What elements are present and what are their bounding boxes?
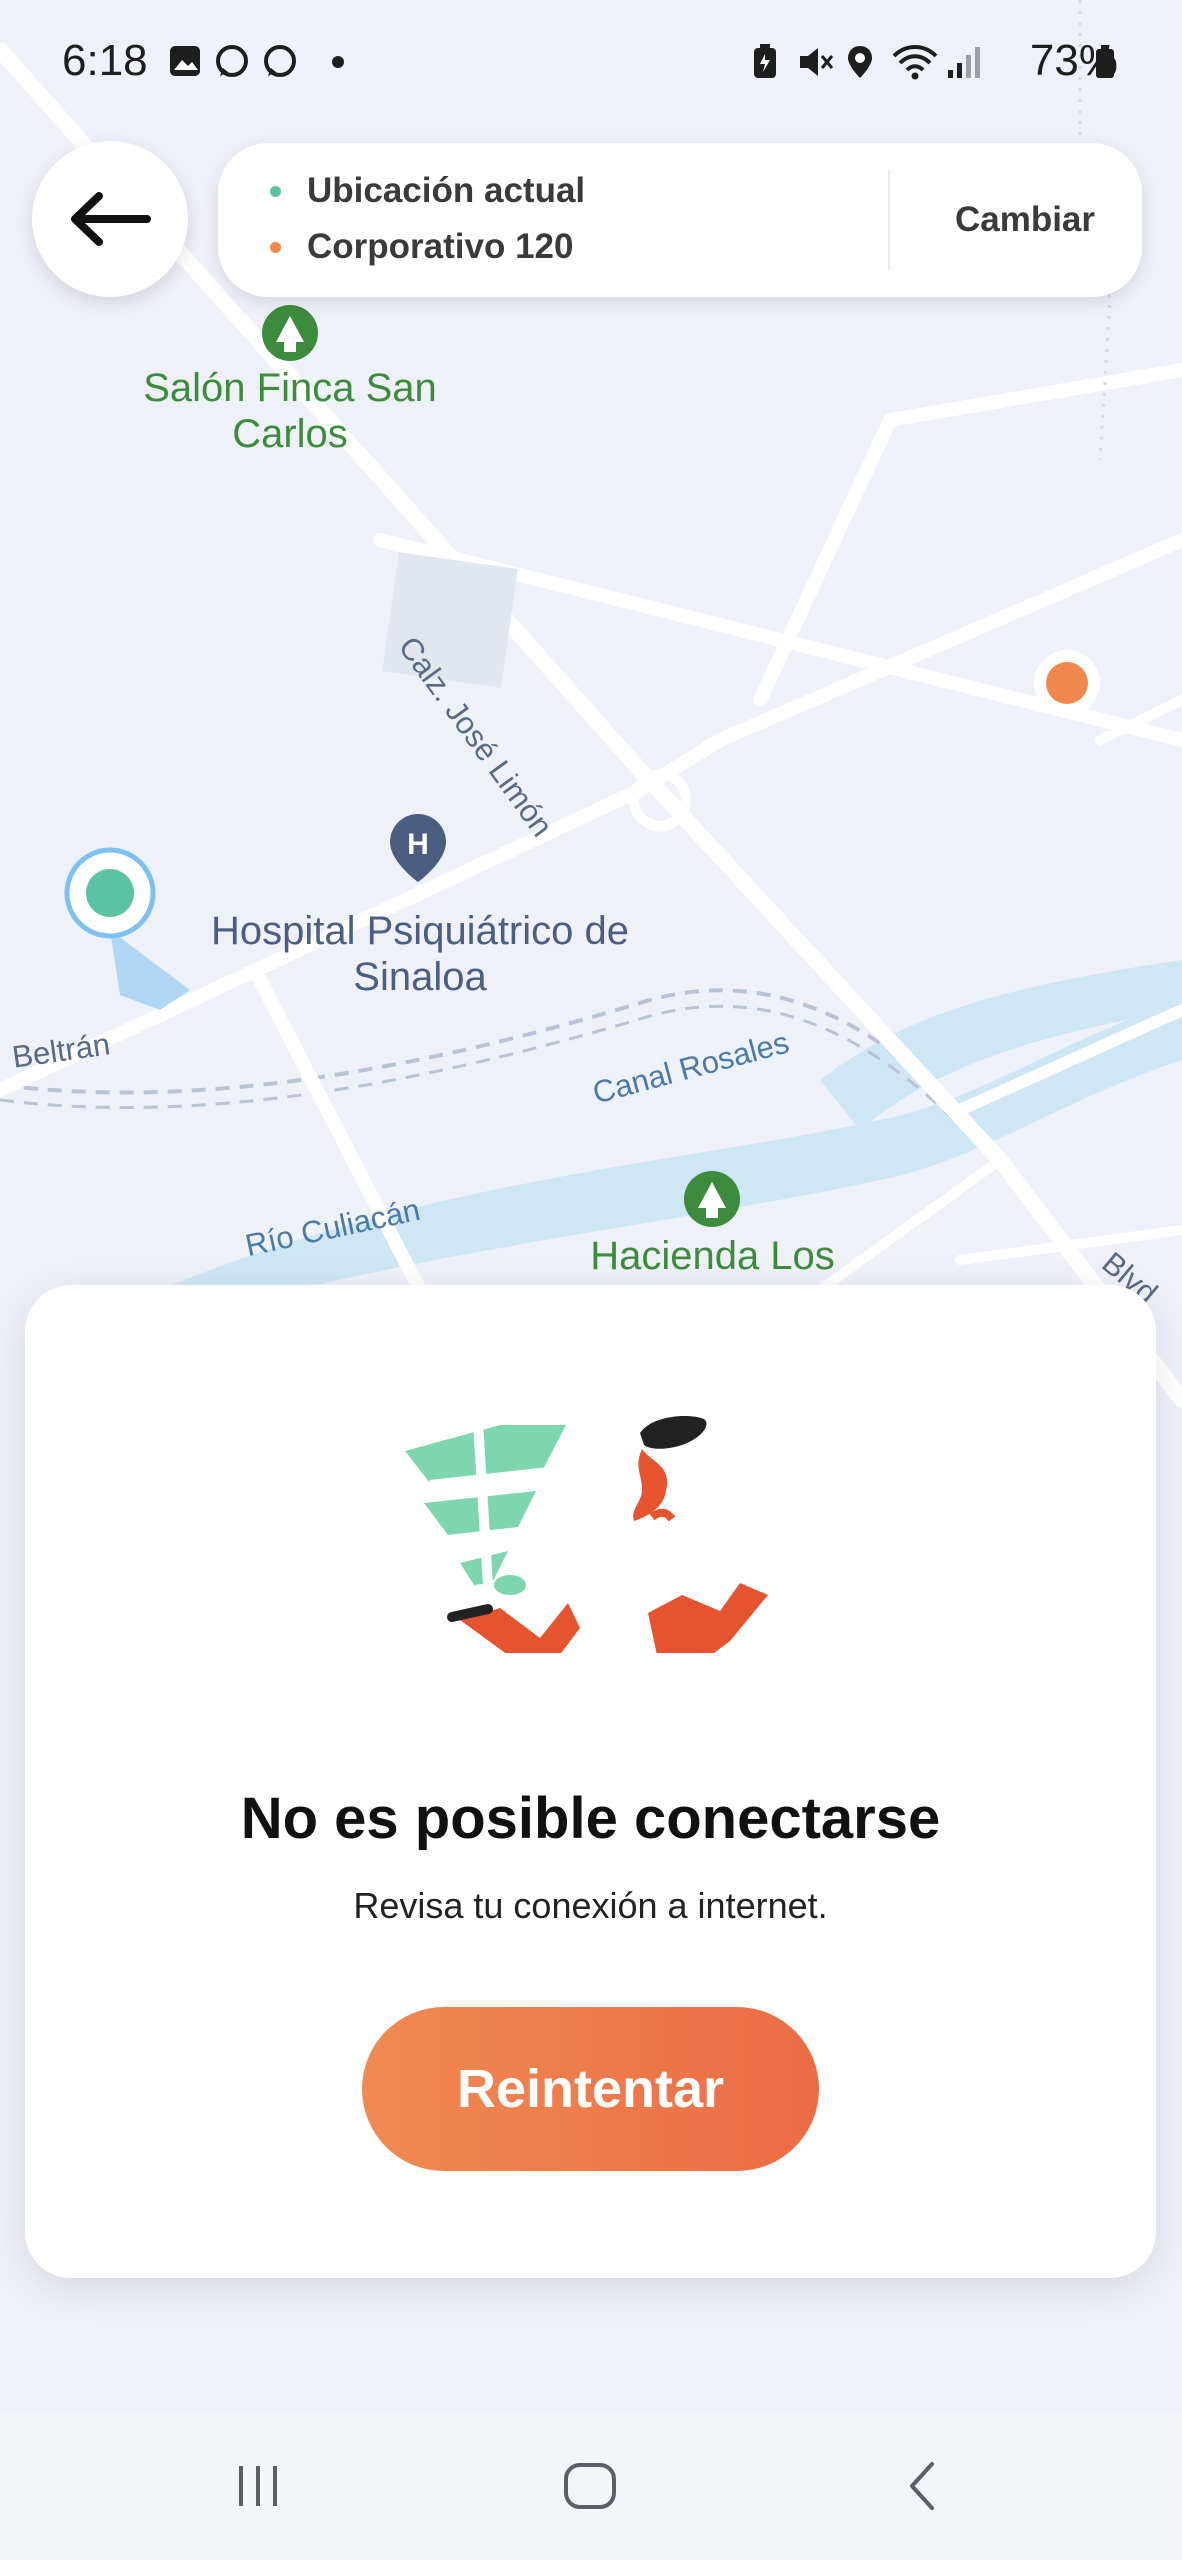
change-button[interactable]: Cambiar bbox=[908, 143, 1142, 297]
battery-icon bbox=[1096, 45, 1114, 78]
recent-apps-icon bbox=[239, 2466, 277, 2506]
whatsapp-icon bbox=[264, 45, 296, 77]
mute-icon bbox=[800, 48, 834, 76]
origin-row[interactable]: Ubicación actual bbox=[270, 171, 585, 211]
retry-button[interactable]: Reintentar bbox=[362, 2007, 819, 2171]
poi-label-hospital[interactable]: Hospital Psiquiátrico de Sinaloa bbox=[180, 908, 660, 1000]
back-icon bbox=[910, 2462, 934, 2510]
arrow-left-icon bbox=[71, 192, 151, 246]
poi-label-salon[interactable]: Salón Finca San Carlos bbox=[110, 365, 470, 457]
back-button[interactable] bbox=[32, 141, 188, 297]
home-button[interactable] bbox=[510, 2412, 670, 2560]
route-divider bbox=[888, 169, 890, 271]
svg-text:H: H bbox=[407, 828, 429, 861]
park-icon[interactable] bbox=[684, 1171, 740, 1227]
location-icon bbox=[848, 46, 872, 78]
battery-saver-icon bbox=[754, 44, 776, 78]
home-icon bbox=[564, 2463, 616, 2509]
nav-back-button[interactable] bbox=[842, 2412, 1002, 2560]
connection-error-dialog: No es posible conectarse Revisa tu conex… bbox=[25, 1285, 1156, 2278]
origin-label: Ubicación actual bbox=[307, 171, 586, 210]
notification-dot-icon bbox=[332, 56, 344, 68]
status-time: 6:18 bbox=[62, 36, 148, 85]
destination-dot bbox=[270, 241, 281, 253]
signal-icon bbox=[948, 47, 980, 78]
whatsapp-icon bbox=[216, 45, 248, 77]
park-icon[interactable] bbox=[262, 305, 318, 361]
wifi-icon bbox=[892, 45, 938, 80]
route-card[interactable]: Ubicación actual Corporativo 120 Cambiar bbox=[218, 143, 1142, 297]
system-nav-bar bbox=[0, 2412, 1182, 2560]
gallery-icon bbox=[170, 46, 200, 76]
origin-dot bbox=[270, 185, 281, 197]
dialog-title: No es posible conectarse bbox=[240, 1786, 941, 1851]
recent-apps-button[interactable] bbox=[178, 2412, 338, 2560]
destination-marker[interactable] bbox=[1034, 650, 1100, 716]
dialog-message: Revisa tu conexión a internet. bbox=[353, 1885, 828, 1926]
destination-row[interactable]: Corporativo 120 bbox=[270, 227, 573, 267]
poi-label-hacienda[interactable]: Hacienda Los bbox=[520, 1233, 905, 1279]
disconnected-illustration bbox=[405, 1415, 768, 1653]
destination-label: Corporativo 120 bbox=[307, 227, 574, 266]
status-bar: 6:18 73% bbox=[0, 0, 1182, 120]
